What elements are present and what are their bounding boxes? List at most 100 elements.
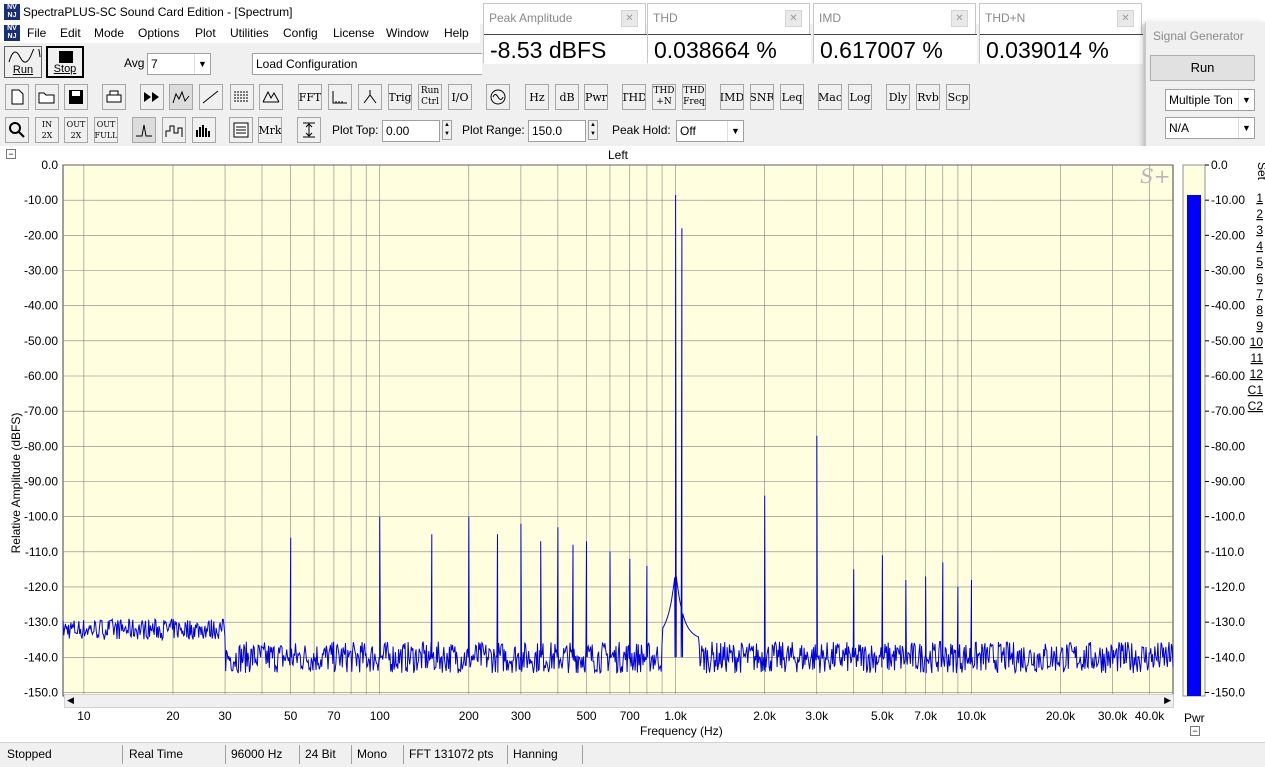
stop-button[interactable]: Stop [46,46,84,78]
x-tick-label: 50 [284,709,298,723]
run-ctrl-button[interactable]: Run Ctrl [418,84,442,110]
properties-icon[interactable] [229,117,253,143]
set-button-c1[interactable]: C1 [1248,383,1264,397]
weighting-icon[interactable] [358,84,382,110]
menu-options[interactable]: Options [138,26,179,40]
set-button-12[interactable]: 12 [1250,367,1264,381]
fast-forward-icon[interactable] [140,84,164,110]
zoom-out-2x-icon[interactable]: OUT 2X [64,117,88,143]
octave-bar-icon[interactable] [162,117,186,143]
set-button-1[interactable]: 1 [1256,191,1263,205]
set-button-11[interactable]: 11 [1251,351,1264,365]
zoom-full-icon[interactable]: OUT FULL [94,117,118,143]
avg-select[interactable]: 7 ▼ [147,53,211,75]
waveform-select[interactable]: Multiple Ton ▼ [1165,89,1255,111]
menu-window[interactable]: Window [386,26,429,40]
spectrum-mode-icon[interactable] [169,84,193,110]
print-icon[interactable] [102,84,126,110]
hz-button[interactable]: Hz [525,84,549,110]
spectrogram-icon[interactable] [230,84,254,110]
peak-hold-label: Peak Hold: [612,123,671,137]
line-plot-icon[interactable] [132,117,156,143]
scale-icon[interactable] [328,84,352,110]
close-icon[interactable]: ✕ [621,10,638,27]
spectrum-chart[interactable]: 0.0 -10.00 -20.00 -30.00 -40.00 -50.00 -60.00 -… [0,146,1265,742]
new-icon[interactable] [5,84,29,110]
set-button-7[interactable]: 7 [1256,287,1263,301]
peak-hold-select[interactable]: Off ▼ [676,120,744,142]
y-tick-label: -80.00 [24,439,58,453]
scale-adjust-icon[interactable] [297,117,321,143]
mac-button[interactable]: Mac [818,84,842,110]
db-button[interactable]: dB [555,84,579,110]
plot-range-spinner[interactable]: ▲ ▼ [588,120,598,140]
bar-graph-icon[interactable] [192,117,216,143]
set-button-5[interactable]: 5 [1256,255,1263,269]
rvb-button[interactable]: Rvb [916,84,940,110]
thd-n-button[interactable]: THD +N [652,84,676,110]
trig-button[interactable]: Trig [388,84,412,110]
scp-button[interactable]: Scp [946,84,970,110]
set-button-4[interactable]: 4 [1256,239,1263,253]
3d-surface-icon[interactable] [259,84,283,110]
document-icon[interactable]: NV NJ [4,25,20,41]
run-button[interactable]: Run [4,46,42,78]
generator-run-button[interactable]: Run [1150,55,1255,81]
menu-mode[interactable]: Mode [94,26,124,40]
log-button[interactable]: Log [848,84,872,110]
generator-option-value: N/A [1169,121,1190,135]
menu-license[interactable]: License [333,26,374,40]
dly-button[interactable]: Dly [886,84,910,110]
leq-button[interactable]: Leq [780,84,804,110]
menu-edit[interactable]: Edit [60,26,81,40]
stop-label: Stop [53,63,77,75]
imd-button[interactable]: IMD [720,84,744,110]
peak-hold-value: Off [680,124,696,138]
set-button-9[interactable]: 9 [1256,319,1263,333]
save-icon[interactable] [64,84,88,110]
thd-freq-button[interactable]: THD Freq [682,84,706,110]
menu-help[interactable]: Help [444,26,469,40]
zoom-in-2x-icon[interactable]: IN 2X [35,117,59,143]
meter-value: 0.038664 % [648,34,811,64]
scroll-left-icon[interactable]: ◀ [67,695,74,706]
configuration-select[interactable]: Load Configuration [252,53,482,75]
collapse-icon[interactable]: − [6,149,16,159]
menu-plot[interactable]: Plot [195,26,216,40]
plot-area [62,164,1174,697]
signal-generator-icon[interactable] [486,84,510,110]
y-tick-label: -10.00 [24,193,58,207]
zoom-icon[interactable] [5,117,29,143]
pwr-button[interactable]: Pwr [584,84,608,110]
meter-tick-label: -140.0 [1211,650,1245,664]
plot-top-label: Plot Top: [332,123,379,137]
thd-button[interactable]: THD [622,84,646,110]
set-button-8[interactable]: 8 [1256,303,1263,317]
plot-range-input[interactable]: 150.0 [528,120,586,142]
fft-button[interactable]: FFT [298,84,322,110]
set-button-2[interactable]: 2 [1256,207,1263,221]
horizontal-scrollbar[interactable]: ◀ ▶ [64,694,1174,708]
close-icon[interactable]: ✕ [1117,10,1134,27]
y-tick-label: -90.00 [24,474,58,488]
plot-top-spinner[interactable]: ▲ ▼ [442,120,452,140]
time-series-icon[interactable] [199,84,223,110]
set-button-c2[interactable]: C2 [1248,399,1264,413]
x-tick-label: 1.0k [664,709,688,723]
menu-config[interactable]: Config [283,26,318,40]
io-button[interactable]: I/O [448,84,472,110]
set-button-3[interactable]: 3 [1256,223,1263,237]
set-button-10[interactable]: 10 [1250,335,1264,349]
plot-top-input[interactable]: 0.00 [382,120,440,142]
set-button-6[interactable]: 6 [1256,271,1263,285]
menu-utilities[interactable]: Utilities [230,26,269,40]
close-icon[interactable]: ✕ [951,10,968,27]
menu-file[interactable]: File [27,26,46,40]
collapse-icon[interactable]: − [1190,726,1200,736]
marker-button[interactable]: Mrk [258,117,282,143]
generator-option-select[interactable]: N/A ▼ [1165,117,1255,139]
snr-button[interactable]: SNR [750,84,774,110]
open-icon[interactable] [35,84,59,110]
scroll-right-icon[interactable]: ▶ [1164,695,1171,706]
close-icon[interactable]: ✕ [785,10,802,27]
